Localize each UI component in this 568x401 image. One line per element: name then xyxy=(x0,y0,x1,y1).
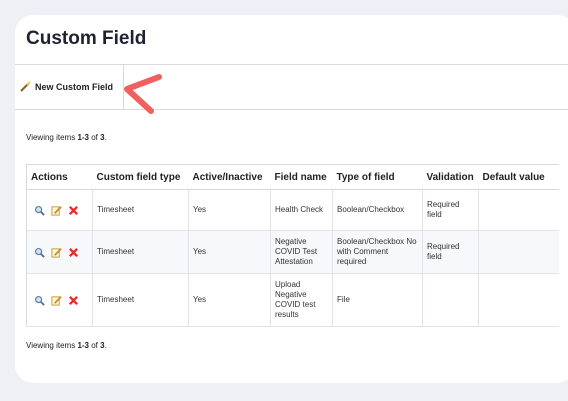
table-row: Timesheet Yes Health Check Boolean/Check… xyxy=(26,189,559,231)
cell-validation: Required field xyxy=(422,230,479,274)
wand-icon xyxy=(20,81,31,92)
new-custom-field-button[interactable]: New Custom Field xyxy=(19,65,124,109)
toolbar: New Custom Field xyxy=(15,64,568,110)
column-header-active[interactable]: Active/Inactive xyxy=(188,164,271,190)
cell-type-of-field: File xyxy=(332,273,423,327)
new-custom-field-label: New Custom Field xyxy=(35,82,114,92)
cell-active: Yes xyxy=(188,273,271,327)
cell-type-of-field: Boolean/Checkbox xyxy=(332,189,423,231)
viewing-items-top: Viewing items 1-3 of 3. xyxy=(26,133,107,142)
cell-validation xyxy=(422,273,479,327)
column-header-actions[interactable]: Actions xyxy=(26,164,93,190)
edit-icon[interactable] xyxy=(51,247,62,258)
column-header-type-of-field[interactable]: Type of field xyxy=(332,164,423,190)
cell-active: Yes xyxy=(188,230,271,274)
cell-default-value xyxy=(478,230,559,274)
annotation-arrow xyxy=(124,74,162,114)
cell-default-value xyxy=(478,189,559,231)
column-header-validation[interactable]: Validation xyxy=(422,164,479,190)
edit-icon[interactable] xyxy=(51,205,62,216)
cell-default-value xyxy=(478,273,559,327)
cell-type: Timesheet xyxy=(92,230,189,274)
column-header-custom-field-type[interactable]: Custom field type xyxy=(92,164,189,190)
cell-active: Yes xyxy=(188,189,271,231)
table-row: Timesheet Yes Upload Negative COVID test… xyxy=(26,273,559,327)
magnifier-icon[interactable] xyxy=(34,205,45,216)
cell-validation: Required field xyxy=(422,189,479,231)
column-header-default-value[interactable]: Default value xyxy=(478,164,559,190)
table-row: Timesheet Yes Negative COVID Test Attest… xyxy=(26,230,559,274)
delete-icon[interactable] xyxy=(68,247,79,258)
viewing-items-bottom: Viewing items 1-3 of 3. xyxy=(26,341,107,350)
cell-field-name: Negative COVID Test Attestation xyxy=(270,230,333,274)
cell-type: Timesheet xyxy=(92,189,189,231)
custom-field-table: Actions Custom field type Active/Inactiv… xyxy=(26,164,568,327)
cell-type-of-field: Boolean/Checkbox No with Comment require… xyxy=(332,230,423,274)
page-card: Custom Field New Custom Field Viewing it… xyxy=(15,15,568,383)
cell-type: Timesheet xyxy=(92,273,189,327)
delete-icon[interactable] xyxy=(68,205,79,216)
page-title: Custom Field xyxy=(26,28,147,49)
edit-icon[interactable] xyxy=(51,295,62,306)
column-header-field-name[interactable]: Field name xyxy=(270,164,333,190)
cell-field-name: Upload Negative COVID test results xyxy=(270,273,333,327)
table-header-row: Actions Custom field type Active/Inactiv… xyxy=(26,164,559,190)
magnifier-icon[interactable] xyxy=(34,295,45,306)
delete-icon[interactable] xyxy=(68,295,79,306)
magnifier-icon[interactable] xyxy=(34,247,45,258)
cell-field-name: Health Check xyxy=(270,189,333,231)
